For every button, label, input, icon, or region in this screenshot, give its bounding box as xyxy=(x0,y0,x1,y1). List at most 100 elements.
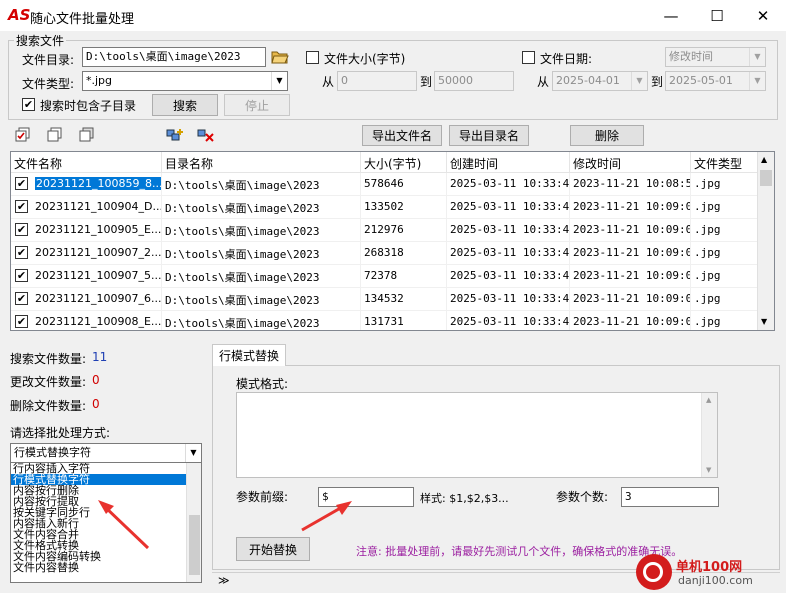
export-dirnames-button[interactable]: 导出目录名 xyxy=(449,125,529,146)
table-cell-dir[interactable]: D:\tools\桌面\image\2023 xyxy=(162,265,361,288)
table-cell-dir[interactable]: D:\tools\桌面\image\2023 xyxy=(162,173,361,196)
start-replace-button[interactable]: 开始替换 xyxy=(236,537,310,561)
scroll-thumb[interactable] xyxy=(760,170,772,186)
table-cell-name[interactable]: ✔ 20231121_100905_E... xyxy=(11,219,162,242)
row-checkbox[interactable]: ✔ xyxy=(15,246,28,259)
table-cell-modified[interactable]: 2023-11-21 10:09:07 xyxy=(570,242,691,265)
table-cell-name[interactable]: ✔ 20231121_100907_6... xyxy=(11,288,162,311)
table-cell-dir[interactable]: D:\tools\桌面\image\2023 xyxy=(162,311,361,330)
table-cell-modified[interactable]: 2023-11-21 10:09:07 xyxy=(570,288,691,311)
table-cell-name[interactable]: ✔ 20231121_100907_5... xyxy=(11,265,162,288)
table-cell-type[interactable]: .jpg xyxy=(691,288,759,311)
date-to-picker[interactable]: 2025-05-01 ▼ xyxy=(665,71,766,91)
table-cell-size[interactable]: 131731 xyxy=(361,311,447,330)
row-checkbox[interactable]: ✔ xyxy=(15,177,28,190)
mode-combo[interactable]: 行模式替换字符 ▼ xyxy=(10,443,202,463)
check-all-icon[interactable] xyxy=(14,126,32,144)
table-cell-modified[interactable]: 2023-11-21 10:09:04 xyxy=(570,196,691,219)
listbox-scroll-thumb[interactable] xyxy=(189,515,200,575)
chevron-down-icon: ▼ xyxy=(749,72,765,90)
table-cell-type[interactable]: .jpg xyxy=(691,242,759,265)
listbox-scrollbar[interactable] xyxy=(186,463,201,582)
table-cell-created[interactable]: 2025-03-11 10:33:44 xyxy=(447,219,570,242)
maximize-button[interactable]: ☐ xyxy=(694,0,740,31)
table-cell-size[interactable]: 212976 xyxy=(361,219,447,242)
include-subdir-checkbox[interactable]: ✔ xyxy=(22,98,35,111)
table-cell-modified[interactable]: 2023-11-21 10:09:08 xyxy=(570,311,691,330)
scroll-up-icon[interactable]: ▲ xyxy=(706,396,711,404)
table-cell-size[interactable]: 268318 xyxy=(361,242,447,265)
date-filter-checkbox[interactable] xyxy=(522,51,535,64)
param-count-input[interactable]: 3 xyxy=(621,487,719,507)
table-cell-created[interactable]: 2025-03-11 10:33:44 xyxy=(447,196,570,219)
table-cell-modified[interactable]: 2023-11-21 10:09:05 xyxy=(570,219,691,242)
table-cell-size[interactable]: 133502 xyxy=(361,196,447,219)
search-button[interactable]: 搜索 xyxy=(152,94,218,116)
row-checkbox[interactable]: ✔ xyxy=(15,315,28,328)
minimize-button[interactable]: — xyxy=(648,0,694,31)
export-filenames-button[interactable]: 导出文件名 xyxy=(362,125,442,146)
size-filter-checkbox[interactable] xyxy=(306,51,319,64)
table-cell-dir[interactable]: D:\tools\桌面\image\2023 xyxy=(162,288,361,311)
table-cell-type[interactable]: .jpg xyxy=(691,219,759,242)
date-from-picker[interactable]: 2025-04-01 ▼ xyxy=(552,71,648,91)
date-type-combo[interactable]: 修改时间 ▼ xyxy=(665,47,766,67)
table-cell-size[interactable]: 578646 xyxy=(361,173,447,196)
row-checkbox[interactable]: ✔ xyxy=(15,223,28,236)
expand-icon[interactable]: ≫ xyxy=(218,574,230,587)
table-cell-type[interactable]: .jpg xyxy=(691,173,759,196)
table-cell-name[interactable]: ✔ 20231121_100907_2... xyxy=(11,242,162,265)
notice-text: 注意: 批量处理前，请最好先测试几个文件，确保格式的准确无误。 xyxy=(356,545,683,558)
table-cell-dir[interactable]: D:\tools\桌面\image\2023 xyxy=(162,196,361,219)
scroll-down-icon[interactable]: ▼ xyxy=(706,466,711,474)
remove-files-icon[interactable] xyxy=(197,126,215,144)
table-cell-created[interactable]: 2025-03-11 10:33:44 xyxy=(447,242,570,265)
row-checkbox[interactable]: ✔ xyxy=(15,200,28,213)
pattern-textarea[interactable]: ▲ ▼ xyxy=(236,392,718,478)
pattern-scrollbar[interactable]: ▲ ▼ xyxy=(701,393,717,477)
table-cell-name[interactable]: ✔ 20231121_100859_8... xyxy=(11,173,162,196)
table-cell-size[interactable]: 134532 xyxy=(361,288,447,311)
table-cell-type[interactable]: .jpg xyxy=(691,265,759,288)
size-from-input[interactable]: 0 xyxy=(337,71,417,91)
dir-input[interactable]: D:\tools\桌面\image\2023 xyxy=(82,47,266,67)
param-prefix-input[interactable]: $ xyxy=(318,487,414,507)
column-header[interactable]: 创建时间 xyxy=(447,152,570,173)
tab-line-pattern-replace[interactable]: 行模式替换 xyxy=(212,344,286,366)
row-checkbox[interactable]: ✔ xyxy=(15,269,28,282)
table-cell-type[interactable]: .jpg xyxy=(691,311,759,330)
uncheck-all-icon[interactable] xyxy=(46,126,64,144)
column-header[interactable]: 大小(字节) xyxy=(361,152,447,173)
add-files-icon[interactable] xyxy=(166,126,184,144)
file-table[interactable]: 文件名称 目录名称 大小(字节) 创建时间 修改时间 文件类型 ✔ 20231121_1008… xyxy=(10,151,775,331)
table-cell-dir[interactable]: D:\tools\桌面\image\2023 xyxy=(162,242,361,265)
table-cell-type[interactable]: .jpg xyxy=(691,196,759,219)
column-header[interactable]: 修改时间 xyxy=(570,152,691,173)
table-cell-size[interactable]: 72378 xyxy=(361,265,447,288)
size-to-input[interactable]: 50000 xyxy=(434,71,514,91)
delete-button[interactable]: 删除 xyxy=(570,125,644,146)
folder-browse-icon[interactable] xyxy=(271,48,289,66)
table-cell-created[interactable]: 2025-03-11 10:33:44 xyxy=(447,265,570,288)
column-header[interactable]: 文件名称 xyxy=(11,152,162,173)
table-cell-created[interactable]: 2025-03-11 10:33:44 xyxy=(447,173,570,196)
table-cell-dir[interactable]: D:\tools\桌面\image\2023 xyxy=(162,219,361,242)
scroll-down-icon[interactable]: ▼ xyxy=(761,317,767,326)
table-cell-created[interactable]: 2025-03-11 10:33:44 xyxy=(447,311,570,330)
column-header[interactable]: 目录名称 xyxy=(162,152,361,173)
table-cell-created[interactable]: 2025-03-11 10:33:44 xyxy=(447,288,570,311)
table-cell-modified[interactable]: 2023-11-21 10:09:07 xyxy=(570,265,691,288)
table-cell-name[interactable]: ✔ 20231121_100908_E... xyxy=(11,311,162,330)
column-header[interactable]: 文件类型 xyxy=(691,152,759,173)
close-button[interactable]: ✕ xyxy=(740,0,786,31)
type-combo[interactable]: *.jpg ▼ xyxy=(82,71,288,91)
table-cell-modified[interactable]: 2023-11-21 10:08:59 xyxy=(570,173,691,196)
scroll-up-icon[interactable]: ▲ xyxy=(761,155,767,164)
table-cell-name[interactable]: ✔ 20231121_100904_D... xyxy=(11,196,162,219)
row-checkbox[interactable]: ✔ xyxy=(15,292,28,305)
stop-button[interactable]: 停止 xyxy=(224,94,290,116)
invert-select-icon[interactable] xyxy=(78,126,96,144)
mode-option[interactable]: 文件内容替换 xyxy=(11,562,201,573)
mode-listbox[interactable]: 行内容插入字符 行模式替换字符 内容按行删除 内容按行提取 按关键字同步行 内容插入新行文… xyxy=(10,462,202,583)
table-scrollbar[interactable]: ▲ ▼ xyxy=(757,152,774,330)
